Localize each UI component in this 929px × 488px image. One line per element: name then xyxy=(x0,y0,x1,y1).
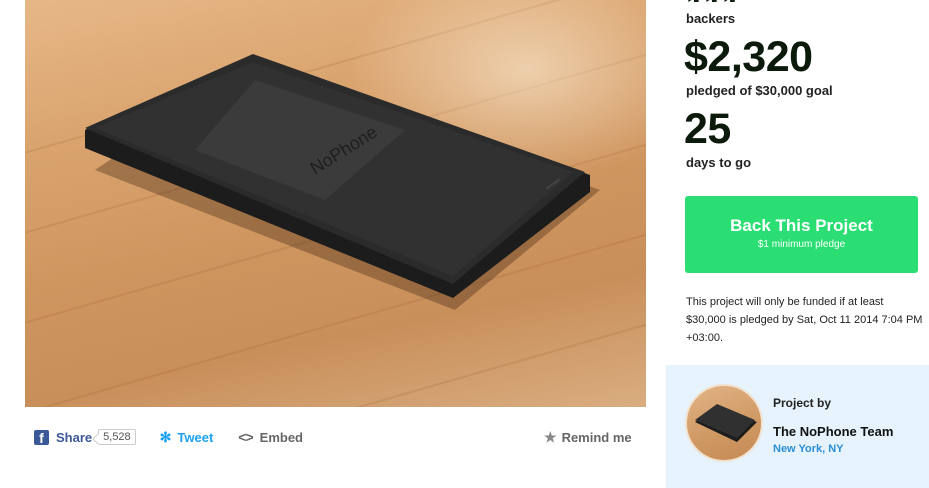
project-hero-image[interactable]: NoPhone xyxy=(25,0,646,407)
back-this-project-button[interactable]: Back This Project $1 minimum pledge xyxy=(685,196,918,273)
creator-box: Project by The NoPhone Team New York, NY xyxy=(666,365,929,488)
share-button[interactable]: Share xyxy=(56,430,92,445)
days-to-go-count: 25 xyxy=(684,105,731,153)
remind-me-label: Remind me xyxy=(561,429,632,445)
creator-avatar[interactable] xyxy=(685,384,763,462)
days-to-go-label: days to go xyxy=(686,155,752,170)
creator-name-link[interactable]: The NoPhone Team xyxy=(773,424,893,439)
remind-me-button[interactable]: ★ Remind me xyxy=(544,425,632,449)
funding-note: This project will only be funded if at l… xyxy=(686,296,923,344)
twitter-bird-icon[interactable]: ✻ xyxy=(160,429,172,446)
avatar-phone-illustration xyxy=(695,404,757,442)
share-count-badge: 5,528 xyxy=(98,429,136,445)
project-by-label: Project by xyxy=(773,396,832,410)
share-bar: f Share 5,528 ✻ Tweet <> Embed xyxy=(34,425,303,449)
nophone-device-illustration: NoPhone xyxy=(85,54,600,310)
backers-count: 111 xyxy=(686,0,742,2)
embed-button[interactable]: Embed xyxy=(260,430,303,445)
tweet-button[interactable]: Tweet xyxy=(177,430,213,445)
facebook-icon[interactable]: f xyxy=(34,429,49,445)
creator-location-link[interactable]: New York, NY xyxy=(773,443,844,455)
pledged-goal-label: pledged of $30,000 goal xyxy=(686,83,833,98)
backers-label: backers xyxy=(686,11,736,26)
back-button-label: Back This Project xyxy=(730,216,873,235)
code-brackets-icon[interactable]: <> xyxy=(238,429,253,445)
star-icon: ★ xyxy=(544,428,557,445)
minimum-pledge-label: $1 minimum pledge xyxy=(757,239,846,250)
pledged-amount: $2,320 xyxy=(684,33,813,81)
